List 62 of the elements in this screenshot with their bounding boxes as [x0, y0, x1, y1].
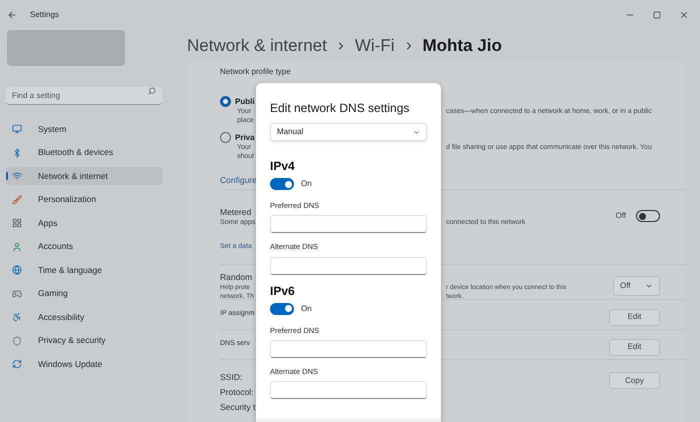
sidebar-item[interactable]: Gaming — [6, 284, 162, 302]
section-heading: IPv6 — [270, 284, 296, 298]
apps-grid-icon — [12, 218, 22, 228]
breadcrumb-item[interactable]: Network & internet — [187, 33, 327, 59]
toggle-state: Off — [615, 210, 626, 222]
gamepad-icon — [12, 288, 22, 298]
property-label: SSID: — [220, 372, 244, 382]
update-icon — [12, 359, 22, 369]
radio-button[interactable] — [220, 96, 231, 107]
sidebar-item[interactable]: Privacy & security — [6, 332, 162, 350]
globe-icon — [12, 265, 22, 275]
chevron-down-icon — [413, 128, 420, 136]
window-title: Settings — [30, 9, 59, 21]
breadcrumb-item: Mohta Jio — [422, 35, 502, 58]
dns-input-field[interactable] — [270, 340, 427, 358]
sidebar-item[interactable]: Personalization — [6, 190, 162, 208]
section-heading: IPv4 — [270, 159, 296, 173]
section-heading: Network profile type — [220, 66, 292, 78]
sidebar-item[interactable]: Time & language — [6, 261, 162, 279]
sidebar-item[interactable]: System — [6, 120, 162, 138]
dropdown[interactable]: Off — [613, 276, 660, 296]
toggle-switch[interactable] — [636, 210, 660, 222]
toggle-switch[interactable] — [270, 302, 294, 314]
dns-input-field[interactable] — [270, 381, 427, 399]
mode-dropdown[interactable]: Manual — [270, 123, 427, 141]
dns-input-field[interactable] — [270, 215, 427, 234]
dns-input-field[interactable] — [270, 256, 427, 274]
edit-button[interactable]: Edit — [609, 308, 660, 326]
configure-link[interactable]: Configure — [220, 174, 257, 187]
radio-label: Publi — [235, 96, 255, 108]
dialog-title: Edit network DNS settings — [270, 100, 410, 117]
toggle-switch[interactable] — [270, 178, 294, 190]
edit-button[interactable]: Edit — [609, 338, 660, 356]
setting-title: Metered — [220, 206, 252, 219]
person-icon — [12, 242, 22, 252]
setting-title: Random — [220, 271, 252, 284]
search-icon — [148, 87, 156, 95]
copy-button[interactable]: Copy — [609, 372, 660, 389]
breadcrumb-item[interactable]: Wi-Fi — [354, 33, 394, 59]
sidebar-item[interactable]: Accessibility — [6, 308, 162, 326]
property-label: Security t — [220, 402, 256, 412]
sidebar-item[interactable]: Windows Update — [6, 355, 162, 373]
sidebar-item[interactable]: Accounts — [6, 238, 162, 256]
property-label: Protocol: — [220, 387, 255, 397]
wifi-icon — [12, 171, 22, 181]
brush-icon — [12, 194, 22, 204]
search-field[interactable]: Find a setting — [6, 87, 162, 105]
back-icon[interactable] — [7, 10, 17, 20]
toggle-state: On — [301, 302, 312, 314]
sidebar-item[interactable]: Network & internet — [6, 167, 162, 185]
monitor-icon — [12, 124, 22, 134]
sidebar-item[interactable]: Bluetooth & devices — [6, 144, 162, 162]
chevron-down-icon — [645, 282, 653, 290]
maximize-icon[interactable] — [653, 11, 661, 19]
bluetooth-icon — [12, 148, 22, 158]
toggle-state: On — [301, 178, 312, 190]
shield-icon — [12, 336, 22, 346]
close-icon[interactable] — [679, 10, 689, 20]
radio-button[interactable] — [220, 132, 231, 143]
accessibility-icon — [12, 312, 22, 322]
radio-label: Priva — [235, 132, 255, 144]
sidebar-item[interactable]: Apps — [6, 214, 162, 232]
